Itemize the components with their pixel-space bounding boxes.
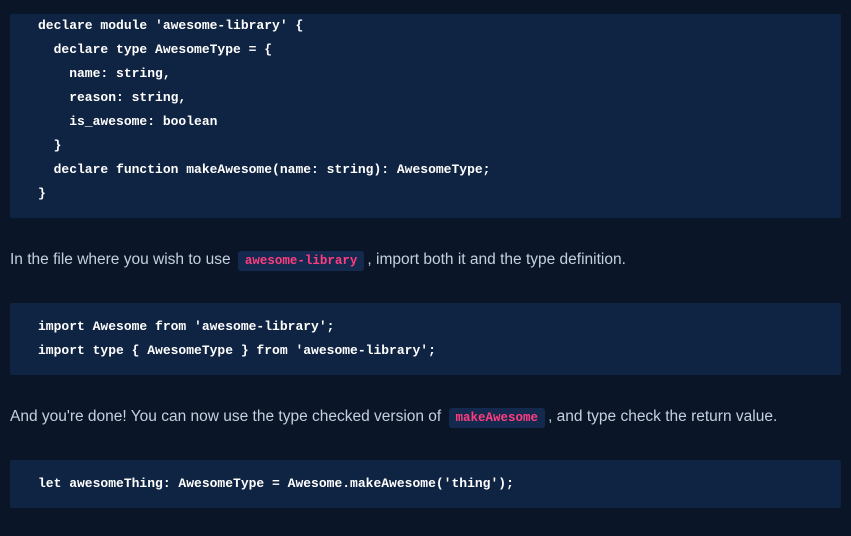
prose-text: In the file where you wish to use <box>10 251 235 268</box>
prose-2: And you're done! You can now use the typ… <box>10 389 841 446</box>
code-block-2: import Awesome from 'awesome-library'; i… <box>10 303 841 375</box>
prose-text: , import both it and the type definition… <box>367 251 626 268</box>
inline-code-makeawesome: makeAwesome <box>449 408 546 428</box>
code-block-3: let awesomeThing: AwesomeType = Awesome.… <box>10 460 841 508</box>
prose-text: , and type check the return value. <box>548 408 777 425</box>
prose-text: And you're done! You can now use the typ… <box>10 408 446 425</box>
inline-code-awesome-library: awesome-library <box>238 251 365 271</box>
prose-1: In the file where you wish to use awesom… <box>10 232 841 289</box>
code-block-1: declare module 'awesome-library' { decla… <box>10 14 841 218</box>
